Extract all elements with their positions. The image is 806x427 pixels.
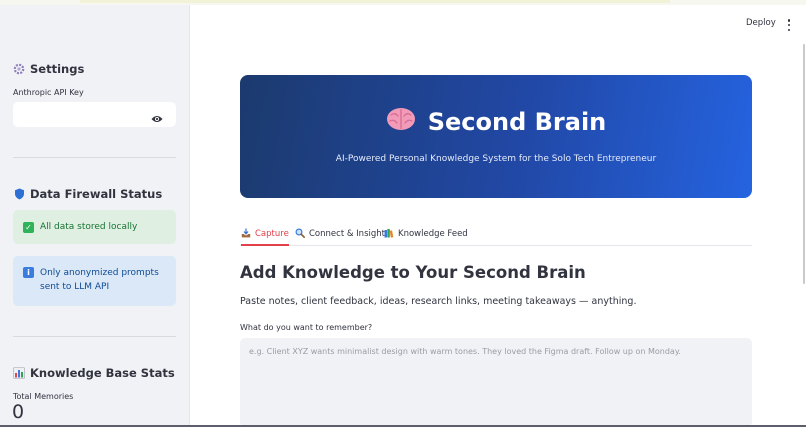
firewall-heading-label: Data Firewall Status [30,187,163,201]
gear-icon [13,63,25,75]
section-description: Paste notes, client feedback, ideas, res… [240,296,637,307]
memory-input-label: What do you want to remember? [240,323,373,332]
kebab-menu-icon[interactable] [787,19,791,31]
books-icon [384,228,394,241]
eye-icon[interactable] [151,109,163,122]
tab-knowledge-feed-label: Knowledge Feed [398,229,468,239]
success-alert-text: All data stored locally [40,222,138,232]
settings-heading: Settings [13,62,84,76]
sidebar-divider [13,157,176,158]
section-heading: Add Knowledge to Your Second Brain [240,263,586,282]
stats-heading-label: Knowledge Base Stats [30,366,175,380]
brain-icon [386,107,416,137]
info-alert: i Only anonymized prompts sent to LLM AP… [13,256,176,306]
sidebar: Settings Anthropic API Key Data Firewall… [0,5,190,425]
tab-capture-label: Capture [255,229,289,239]
inbox-tray-icon [241,228,251,241]
tab-bar: Capture Connect & Insight Knowledge Feed [240,224,752,246]
hero-title-text: Second Brain [427,108,607,136]
total-memories-value: 0 [12,401,25,423]
deploy-button[interactable]: Deploy [746,18,776,28]
checkmark-icon: ✓ [23,221,34,233]
success-alert: ✓ All data stored locally [13,210,176,244]
hero-banner: Second Brain AI-Powered Personal Knowled… [240,75,752,198]
stats-heading: Knowledge Base Stats [13,366,175,380]
info-icon: i [23,267,34,278]
hero-subtitle: AI-Powered Personal Knowledge System for… [335,154,657,164]
tab-connect-insight-label: Connect & Insight [309,229,385,239]
firewall-heading: Data Firewall Status [13,187,162,201]
magnifier-icon [295,227,305,241]
shield-icon [13,188,25,200]
info-alert-text: Only anonymized prompts sent to LLM API [40,268,159,292]
memory-textarea-placeholder: e.g. Client XYZ wants minimalist design … [249,347,681,356]
sidebar-divider [13,336,176,337]
api-key-input[interactable] [13,102,176,127]
settings-heading-label: Settings [30,62,85,76]
scrollbar[interactable] [803,44,805,284]
tab-capture[interactable]: Capture [241,225,289,246]
total-memories-label: Total Memories [13,392,74,401]
tab-knowledge-feed[interactable]: Knowledge Feed [384,225,468,243]
tab-connect-insight[interactable]: Connect & Insight [295,225,385,243]
api-key-label: Anthropic API Key [13,88,84,97]
hero-title: Second Brain [240,107,752,137]
bar-chart-icon [13,367,25,379]
memory-textarea[interactable]: e.g. Client XYZ wants minimalist design … [240,338,752,427]
